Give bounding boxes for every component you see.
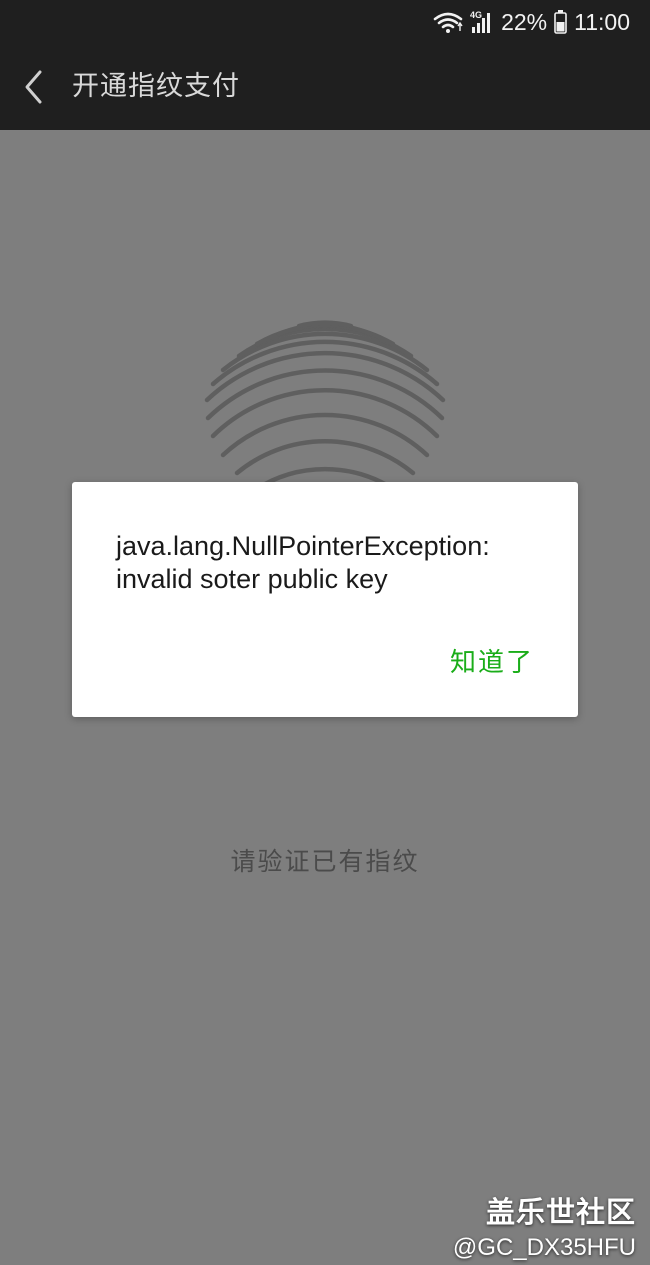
status-bar: 4G 22% 11:00 <box>0 0 650 44</box>
acknowledge-button[interactable]: 知道了 <box>450 642 534 679</box>
battery-percent: 22% <box>501 8 548 35</box>
nav-bar: 开通指纹支付 <box>0 44 650 130</box>
dialog-message: java.lang.NullPointerException: invalid … <box>116 530 556 596</box>
dialog-message-line2: invalid soter public key <box>116 564 388 594</box>
chevron-left-icon[interactable] <box>20 68 50 106</box>
status-icons: 4G 22% 11:00 <box>433 6 630 38</box>
page-title: 开通指纹支付 <box>72 71 240 102</box>
battery-icon <box>554 10 567 34</box>
watermark-title: 盖乐世社区 <box>485 1195 636 1229</box>
watermark: 盖乐世社区 @GC_DX35HFU <box>453 1193 636 1265</box>
wifi-icon <box>433 10 463 34</box>
signal-icon: 4G <box>470 9 494 35</box>
dialog-message-line1: java.lang.NullPointerException: <box>116 531 490 561</box>
clock: 11:00 <box>574 8 630 35</box>
verify-fingerprint-text: 请验证已有指纹 <box>230 847 420 876</box>
watermark-user: @GC_DX35HFU <box>452 1234 636 1261</box>
error-dialog: java.lang.NullPointerException: invalid … <box>72 482 578 717</box>
network-type-label: 4G <box>470 10 482 20</box>
